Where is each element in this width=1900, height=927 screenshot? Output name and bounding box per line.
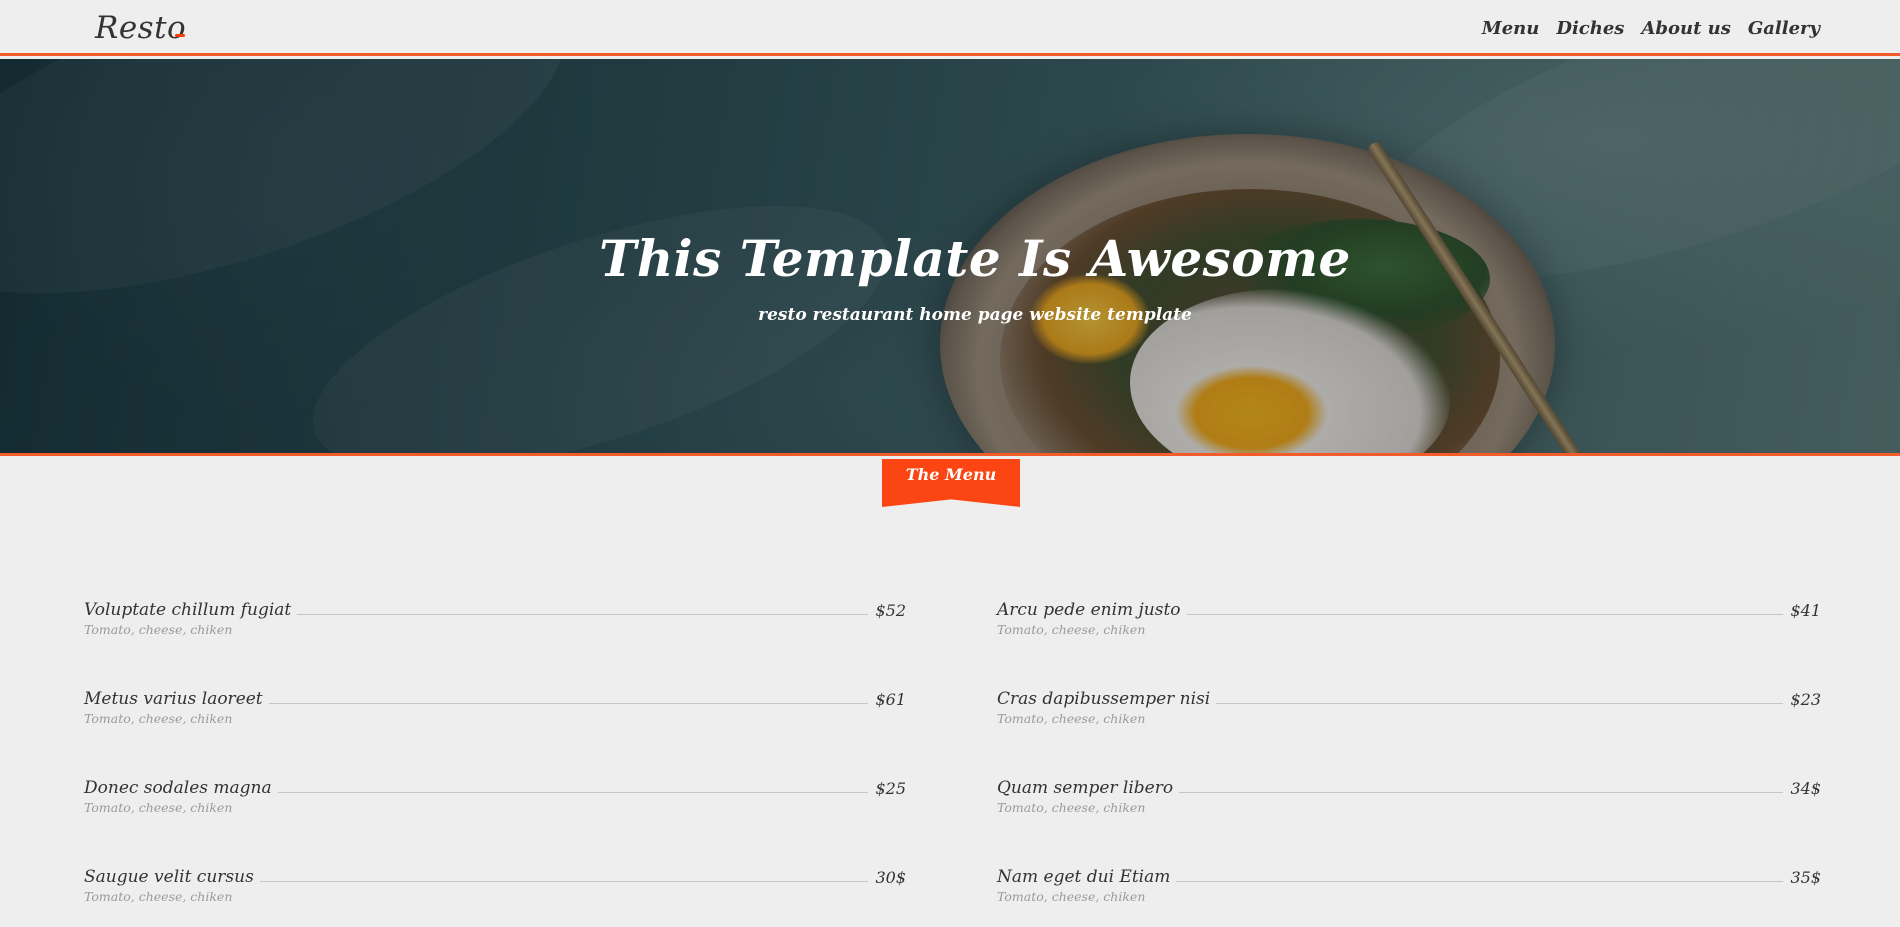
site-logo[interactable]: Resto: [95, 10, 186, 46]
menu-item-price: $23: [1790, 690, 1821, 709]
menu-ribbon-label: The Menu: [905, 465, 997, 484]
menu-item-name: Arcu pede enim justo: [997, 600, 1181, 620]
menu-item-row: Saugue velit cursus 30$: [84, 863, 906, 887]
dotted-leader-line: [1216, 703, 1784, 704]
menu-item: Saugue velit cursus 30$ Tomato, cheese, …: [84, 863, 906, 927]
menu-item: Donec sodales magna $25 Tomato, cheese, …: [84, 774, 906, 863]
nav-link-about-us[interactable]: About us: [1641, 18, 1730, 39]
menu-item-name: Voluptate chillum fugiat: [84, 600, 292, 620]
hero-title-text: This Template Is Awesome: [599, 229, 1351, 288]
menu-item-name: Cras dapibussemper nisi: [997, 689, 1211, 709]
menu-item-description: Tomato, cheese, chiken: [84, 622, 233, 637]
menu-item: Arcu pede enim justo $41 Tomato, cheese,…: [997, 596, 1821, 685]
menu-item-price: $41: [1790, 601, 1821, 620]
nav-link-gallery[interactable]: Gallery: [1748, 18, 1820, 39]
menu-item-row: Cras dapibussemper nisi $23: [997, 685, 1821, 709]
menu-item-price: 34$: [1790, 779, 1821, 798]
menu-item-description: Tomato, cheese, chiken: [997, 711, 1146, 726]
dotted-leader-line: [1179, 792, 1784, 793]
menu-item-description: Tomato, cheese, chiken: [997, 622, 1146, 637]
menu-item-name: Metus varius laoreet: [84, 689, 263, 709]
menu-item-name: Saugue velit cursus: [84, 867, 254, 887]
menu-column-left: Voluptate chillum fugiat $52 Tomato, che…: [84, 596, 906, 927]
nav-link-menu[interactable]: Menu: [1482, 18, 1540, 39]
hero-subtitle: resto restaurant home page website templ…: [0, 305, 1900, 325]
menu-item-row: Quam semper libero 34$: [997, 774, 1821, 798]
menu-item-price: 35$: [1790, 868, 1821, 887]
menu-item-row: Nam eget dui Etiam 35$: [997, 863, 1821, 887]
menu-column-right: Arcu pede enim justo $41 Tomato, cheese,…: [997, 596, 1821, 927]
dotted-leader-line: [277, 792, 869, 793]
site-header: Resto Menu Diches About us Gallery: [0, 0, 1900, 56]
menu-item-name: Donec sodales magna: [84, 778, 272, 798]
menu-item-row: Donec sodales magna $25: [84, 774, 906, 798]
menu-item-row: Metus varius laoreet $61: [84, 685, 906, 709]
menu-item-description: Tomato, cheese, chiken: [84, 889, 233, 904]
menu-item-name: Nam eget dui Etiam: [997, 867, 1171, 887]
hero-title: This Template Is Awesome: [0, 229, 1900, 288]
menu-item-name: Quam semper libero: [997, 778, 1174, 798]
dotted-leader-line: [297, 614, 869, 615]
dotted-leader-line: [1186, 614, 1784, 615]
hero-subtitle-text: resto restaurant home page website templ…: [758, 305, 1192, 325]
menu-item: Quam semper libero 34$ Tomato, cheese, c…: [997, 774, 1821, 863]
nav-link-diches[interactable]: Diches: [1556, 18, 1624, 39]
menu-item: Voluptate chillum fugiat $52 Tomato, che…: [84, 596, 906, 685]
logo-accent-mark: [175, 34, 185, 37]
menu-item-price: 30$: [875, 868, 906, 887]
main-nav: Menu Diches About us Gallery: [1482, 18, 1820, 39]
menu-item: Cras dapibussemper nisi $23 Tomato, chee…: [997, 685, 1821, 774]
menu-item-description: Tomato, cheese, chiken: [997, 800, 1146, 815]
menu-item-price: $61: [875, 690, 906, 709]
menu-item-description: Tomato, cheese, chiken: [84, 800, 233, 815]
menu-item: Metus varius laoreet $61 Tomato, cheese,…: [84, 685, 906, 774]
menu-item-price: $25: [875, 779, 906, 798]
dotted-leader-line: [259, 881, 869, 882]
menu-item-row: Arcu pede enim justo $41: [997, 596, 1821, 620]
dotted-leader-line: [1176, 881, 1784, 882]
hero-slider: This Template Is Awesome resto restauran…: [0, 59, 1900, 456]
menu-item-price: $52: [875, 601, 906, 620]
dotted-leader-line: [268, 703, 869, 704]
menu-item: Nam eget dui Etiam 35$ Tomato, cheese, c…: [997, 863, 1821, 927]
menu-item-description: Tomato, cheese, chiken: [84, 711, 233, 726]
menu-item-row: Voluptate chillum fugiat $52: [84, 596, 906, 620]
menu-item-description: Tomato, cheese, chiken: [997, 889, 1146, 904]
